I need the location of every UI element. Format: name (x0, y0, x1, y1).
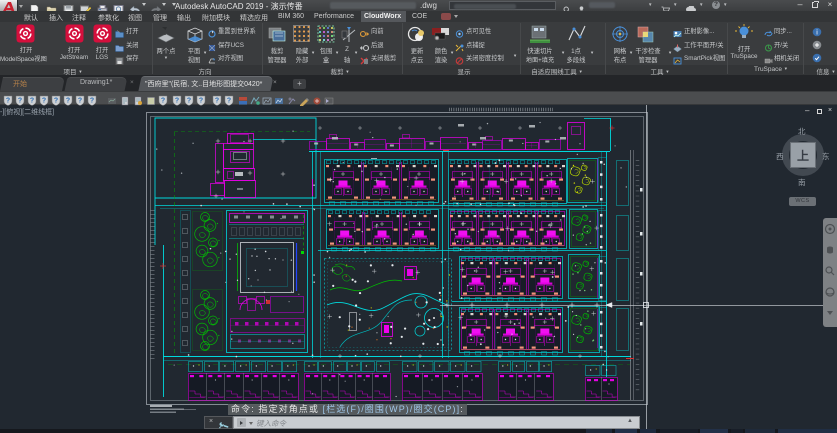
svg-text:?: ? (54, 97, 58, 104)
svg-text:?: ? (187, 97, 191, 104)
svg-text:?: ? (18, 97, 22, 104)
svg-text:?: ? (215, 97, 219, 104)
svg-text:?: ? (42, 97, 46, 104)
svg-text:?: ? (175, 97, 179, 104)
svg-text:?: ? (66, 97, 70, 104)
svg-text:?: ? (78, 97, 82, 104)
svg-text:?: ? (90, 97, 94, 104)
svg-text:?: ? (199, 97, 203, 104)
svg-text:?: ? (227, 97, 231, 104)
svg-text:?: ? (161, 97, 165, 104)
svg-text:?: ? (6, 97, 10, 104)
svg-text:?: ? (30, 97, 34, 104)
